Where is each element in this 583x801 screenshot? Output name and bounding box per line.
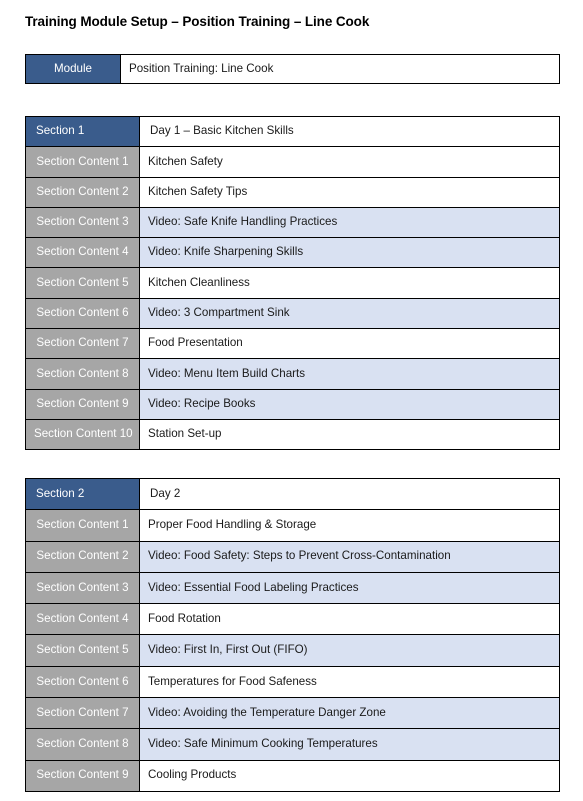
page-title: Training Module Setup – Position Trainin… — [25, 14, 370, 29]
section-content-label: Section Content 5 — [25, 267, 140, 299]
module-value-cell[interactable]: Position Training: Line Cook — [120, 54, 560, 84]
table-row: Section Content 9 Video: Recipe Books — [25, 388, 560, 420]
table-row: Section Content 3 Video: Safe Knife Handl… — [25, 206, 560, 239]
table-row: Section Content 8 Video: Menu Item Build … — [25, 358, 560, 390]
section-content-label: Section Content 5 — [25, 634, 140, 667]
section-content-value[interactable]: Video: Avoiding the Temperature Danger Z… — [139, 697, 560, 730]
section-content-label: Section Content 7 — [25, 697, 140, 730]
section-content-value[interactable]: Video: Essential Food Labeling Practices — [139, 571, 560, 605]
module-label-cell: Module — [25, 54, 121, 84]
table-row: Section Content 7 Video: Avoiding the Tem… — [25, 697, 560, 730]
section-content-label: Section Content 3 — [25, 206, 140, 239]
table-row: Section Content 3 Video: Essential Food L… — [25, 571, 560, 605]
section-content-label: Section Content 4 — [25, 237, 140, 269]
table-row: Section Content 5 Kitchen Cleanliness — [25, 267, 560, 299]
section-content-label: Section Content 8 — [25, 358, 140, 390]
section-1-label-cell: Section 1 — [25, 115, 140, 148]
section-content-value[interactable]: Food Presentation — [139, 328, 560, 360]
section-content-label: Section Content 2 — [25, 176, 140, 208]
table-row: Section Content 6 Temperatures for Food S… — [25, 665, 560, 699]
section-content-label: Section Content 4 — [25, 603, 140, 636]
section-2-table: Section 2 Day 2 Section Content 1 Proper … — [25, 477, 560, 792]
section-content-value[interactable]: Video: Safe Minimum Cooking Temperatures — [139, 728, 560, 761]
section-2-title-cell[interactable]: Day 2 — [139, 477, 560, 511]
section-content-value[interactable]: Food Rotation — [139, 603, 560, 636]
section-content-value[interactable]: Video: Safe Knife Handling Practices — [139, 206, 560, 239]
table-row: Section Content 2 Kitchen Safety Tips — [25, 176, 560, 208]
section-2-label-cell: Section 2 — [25, 477, 140, 511]
section-content-value[interactable]: Video: Knife Sharpening Skills — [139, 237, 560, 269]
section-content-value[interactable]: Video: Recipe Books — [139, 388, 560, 420]
module-row: Module Position Training: Line Cook — [25, 54, 560, 84]
section-content-value[interactable]: Video: First In, First Out (FIFO) — [139, 634, 560, 667]
section-content-label: Section Content 10 — [25, 418, 140, 451]
section-content-label: Section Content 1 — [25, 146, 140, 178]
section-2-header-row: Section 2 Day 2 — [25, 477, 560, 511]
section-content-label: Section Content 3 — [25, 571, 140, 605]
module-table: Module Position Training: Line Cook — [25, 54, 560, 84]
section-content-label: Section Content 9 — [25, 759, 140, 792]
table-row: Section Content 7 Food Presentation — [25, 328, 560, 360]
section-content-label: Section Content 2 — [25, 540, 140, 573]
section-content-value[interactable]: Temperatures for Food Safeness — [139, 665, 560, 699]
table-row: Section Content 1 Kitchen Safety — [25, 146, 560, 178]
table-row: Section Content 2 Video: Food Safety: Ste… — [25, 540, 560, 573]
section-content-value[interactable]: Kitchen Cleanliness — [139, 267, 560, 299]
table-row: Section Content 10 Station Set-up — [25, 418, 560, 451]
section-content-value[interactable]: Video: Food Safety: Steps to Prevent Cro… — [139, 540, 560, 573]
section-content-value[interactable]: Video: Menu Item Build Charts — [139, 358, 560, 390]
table-row: Section Content 5 Video: First In, First … — [25, 634, 560, 667]
section-content-label: Section Content 8 — [25, 728, 140, 761]
section-content-value[interactable]: Proper Food Handling & Storage — [139, 509, 560, 542]
section-1-title-cell[interactable]: Day 1 – Basic Kitchen Skills — [139, 115, 560, 148]
section-content-value[interactable]: Kitchen Safety Tips — [139, 176, 560, 208]
section-content-label: Section Content 9 — [25, 388, 140, 420]
section-1-table-body: Section 1 Day 1 – Basic Kitchen Skills S… — [25, 115, 560, 451]
section-1-table: Section 1 Day 1 – Basic Kitchen Skills S… — [25, 115, 560, 451]
table-row: Section Content 8 Video: Safe Minimum Coo… — [25, 728, 560, 761]
section-content-value[interactable]: Cooling Products — [139, 759, 560, 792]
table-row: Section Content 4 Video: Knife Sharpening… — [25, 237, 560, 269]
section-content-label: Section Content 7 — [25, 328, 140, 360]
section-1-header-row: Section 1 Day 1 – Basic Kitchen Skills — [25, 115, 560, 148]
section-content-label: Section Content 6 — [25, 297, 140, 330]
table-row: Section Content 4 Food Rotation — [25, 603, 560, 636]
module-table-body: Module Position Training: Line Cook — [25, 54, 560, 84]
table-row: Section Content 9 Cooling Products — [25, 759, 560, 792]
document-page: Training Module Setup – Position Trainin… — [0, 0, 583, 801]
section-content-value[interactable]: Kitchen Safety — [139, 146, 560, 178]
section-content-value[interactable]: Video: 3 Compartment Sink — [139, 297, 560, 330]
table-row: Section Content 1 Proper Food Handling & … — [25, 509, 560, 542]
table-row: Section Content 6 Video: 3 Compartment Si… — [25, 297, 560, 330]
section-2-table-body: Section 2 Day 2 Section Content 1 Proper … — [25, 477, 560, 792]
section-content-label: Section Content 6 — [25, 665, 140, 699]
section-content-value[interactable]: Station Set-up — [139, 418, 560, 451]
section-content-label: Section Content 1 — [25, 509, 140, 542]
